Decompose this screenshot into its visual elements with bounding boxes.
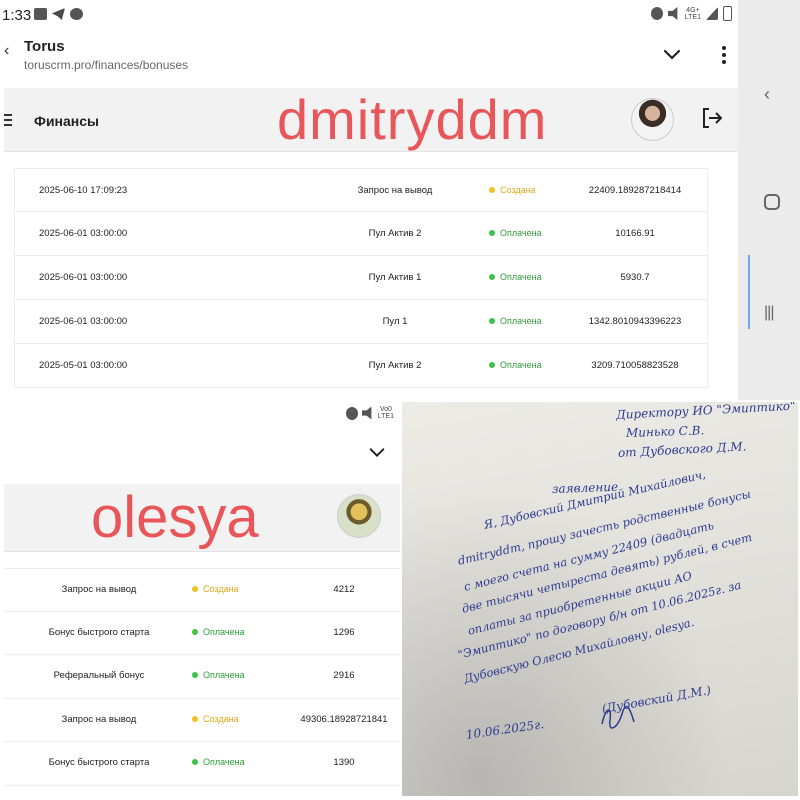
status-dot [489,274,495,280]
watermark-text: dmitryddm [277,88,548,151]
status-badge: Оплачена [489,360,542,370]
status-dot [192,759,198,766]
system-navigation-bar: ‹ ||| [738,0,800,400]
alarm-icon [345,406,358,420]
mute-icon [361,406,372,420]
row-type: Бонус быстрого старта [48,757,150,769]
status-dot [489,230,495,236]
status-badge: Оплачена [489,228,542,238]
table-row[interactable]: 2025-06-01 03:00:00 Пул 1 Оплачена 1342.… [15,300,707,344]
table-row[interactable]: 2025-06-01 03:00:00 Пул Актив 1 Оплачена… [15,256,707,300]
nav-recents-icon[interactable]: ||| [764,304,775,322]
status-badge: Оплачена [192,627,245,637]
menu-icon[interactable] [4,114,12,129]
status-time: 1:33 [2,7,32,24]
battery-icon [723,6,732,21]
status-badge: Оплачена [192,757,245,767]
row-date: 2025-06-01 03:00:00 [39,228,128,239]
avatar[interactable] [631,98,674,141]
handwritten-statement-photo: Директору ИО "Эмиптико" Минько С.В. от Д… [402,402,798,796]
row-amount: 5930.7 [620,272,650,283]
signature-scribble [601,705,635,729]
status-badge: Создана [192,714,239,724]
row-amount: 49306.18928721841 [300,713,388,725]
row-date: 2025-06-01 03:00:00 [39,272,128,283]
status-badge: Оплачена [489,272,542,282]
row-amount: 4212 [333,584,355,595]
gallery-icon [34,8,47,20]
table-row[interactable]: Бонус быстрого старта Оплачена 1296 [4,612,400,656]
table-row[interactable]: Запрос на вывод Создана 49306.1892872184… [4,699,400,743]
top-screenshot: 1:33 4G+ LTE1 ‹ Torus toruscrm.pro/finan… [0,0,750,400]
page-url[interactable]: toruscrm.pro/finances/bonuses [24,58,188,72]
alarm-icon [650,7,663,20]
network-indicator: 4G+ LTE1 [684,6,701,21]
chevron-down-icon[interactable] [662,44,682,64]
status-badge: Создана [192,584,239,594]
row-type: Запрос на вывод [357,185,433,196]
row-date: 2025-05-01 03:00:00 [39,360,128,371]
row-amount: 10166.91 [615,228,655,239]
row-type: Реферальный бонус [53,670,145,682]
status-dot [192,715,198,722]
row-amount: 1296 [333,626,355,638]
status-dot [192,586,198,592]
row-amount: 2916 [333,670,355,682]
status-badge: Создана [489,185,536,195]
table-row[interactable]: 2025-05-01 03:00:00 Пул Актив 2 Оплачена… [15,344,707,388]
row-type: Запрос на вывод [61,584,137,595]
chevron-down-icon[interactable] [368,443,386,461]
mute-icon [667,7,678,20]
table-row[interactable]: 2025-06-10 17:09:23 Запрос на вывод Созд… [15,168,707,212]
telegram-icon [52,8,65,20]
table-row[interactable]: Бонус быстрого старта Оплачена 1390 [4,742,400,786]
nav-home-icon[interactable] [764,194,780,210]
row-amount: 1342.8010943396223 [588,316,682,327]
status-dot [192,628,198,635]
status-dot [489,362,495,368]
row-type: Пул Актив 2 [368,360,422,371]
table-row[interactable]: 2025-06-01 03:00:00 Пул Актив 2 Оплачена… [15,212,707,256]
system-status-icons: Vo0 LTE1 [345,406,394,420]
status-dot [192,672,198,679]
watermark-text: olesya [91,485,259,550]
transactions-table: 2025-06-10 17:09:23 Запрос на вывод Созд… [14,168,708,388]
row-amount: 22409.189287218414 [588,185,682,196]
status-badge: Оплачена [489,316,542,326]
table-row[interactable]: Запрос на вывод Создана 4212 [4,568,400,612]
system-status-icons: 4G+ LTE1 [650,6,732,21]
status-badge: Оплачена [192,670,245,680]
app-header: Финансы dmitryddm [4,88,750,152]
nav-back-icon[interactable]: ‹ [764,84,770,105]
timer-icon [70,8,83,20]
network-indicator: Vo0 LTE1 [377,406,394,420]
logout-icon[interactable] [700,106,724,130]
more-options-icon[interactable] [718,44,730,66]
avatar[interactable] [337,494,381,538]
row-amount: 3209.710058823528 [591,360,679,371]
row-type: Пул Актив 2 [368,228,422,239]
browser-toolbar: ‹ Torus toruscrm.pro/finances/bonuses [0,30,750,85]
row-type: Запрос на вывод [61,713,137,725]
page-title: Torus [24,38,65,55]
status-dot [489,187,495,193]
transactions-table: Запрос на вывод Создана 4212 Бонус быстр… [4,568,400,786]
row-type: Пул Актив 1 [368,272,422,283]
back-icon[interactable]: ‹ [4,42,9,60]
doc-address-line: Минько С.В. [625,423,705,440]
table-row[interactable]: Реферальный бонус Оплачена 2916 [4,655,400,699]
row-amount: 1390 [333,757,355,769]
row-type: Пул 1 [382,316,408,327]
row-date: 2025-06-01 03:00:00 [39,316,128,327]
scrollbar[interactable] [748,255,750,329]
second-screenshot: Vo0 LTE1 olesya Запрос на вывод Создана … [0,400,400,800]
status-bar: 1:33 4G+ LTE1 [0,0,750,30]
signal-icon [706,7,718,20]
section-title: Финансы [34,113,99,129]
row-type: Бонус быстрого старта [48,626,150,638]
row-date: 2025-06-10 17:09:23 [39,185,128,196]
app-header: olesya [4,484,400,552]
status-dot [489,318,495,324]
notification-icons [34,8,83,20]
